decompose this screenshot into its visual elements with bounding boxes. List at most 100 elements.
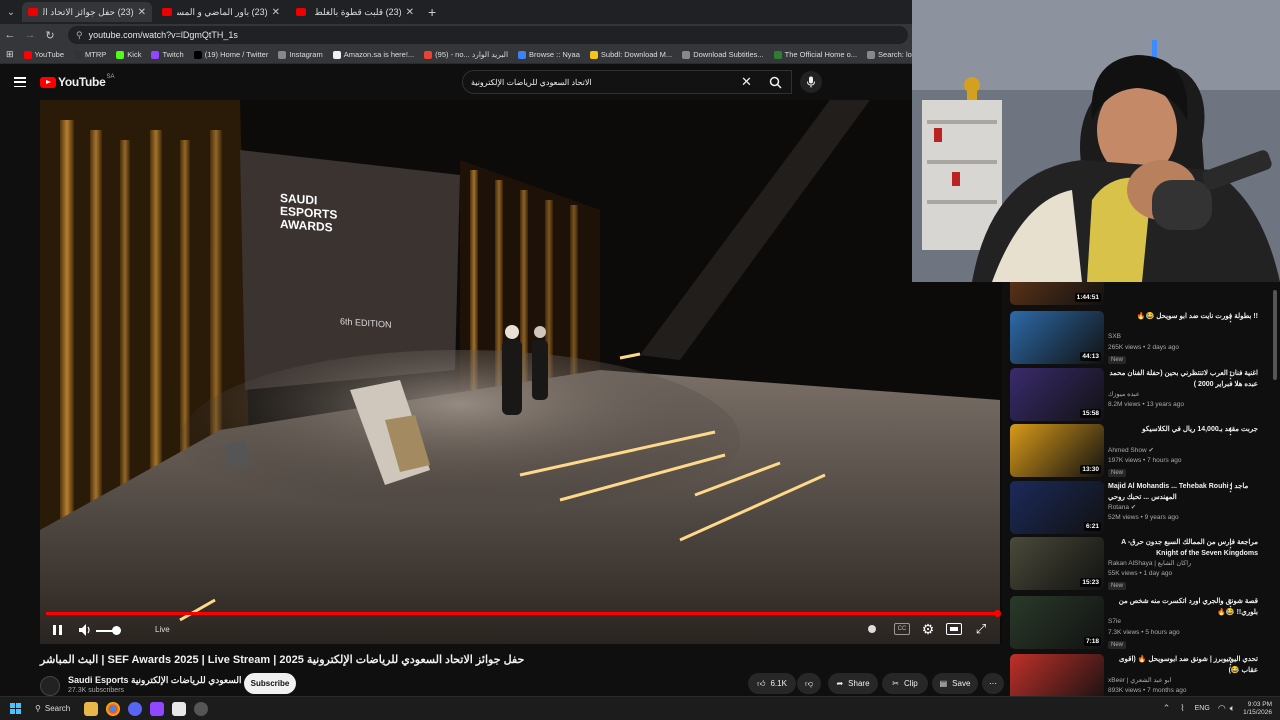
recommended-video[interactable]: 44:13 !! بطولة فورت نايت ضد ابو سويحل 😂🔥 S… [1010,311,1270,365]
video-title[interactable]: !! بطولة فورت نايت ضد ابو سويحل 😂🔥 [1108,311,1258,322]
volume-button[interactable] [78,622,94,638]
video-thumbnail[interactable]: 44:13 [1010,311,1104,364]
fullscreen-button[interactable]: ⤢ [973,621,989,637]
sidebar-scrollbar[interactable] [1273,290,1277,380]
clip-button[interactable]: ✂ Clip [882,673,928,694]
more-options-icon[interactable]: ⋮ [1226,539,1235,550]
bookmark-item[interactable]: (19) Home / Twitter [193,50,268,59]
progress-bar[interactable] [46,610,1001,617]
browser-tab[interactable]: (23) قلبت قطوة بالغلط 🐱💔 | ... ✕ [290,2,420,22]
share-button[interactable]: ➦ Share [828,673,878,694]
back-icon[interactable]: ← [0,29,20,41]
save-button[interactable]: ▤ Save [932,673,978,694]
forward-icon[interactable]: → [20,29,40,41]
bookmark-item[interactable]: Amazon.sa is here!... [332,50,414,59]
bookmark-item[interactable]: (95) - no... البريد الوارد [424,50,508,59]
progress-knob[interactable] [994,610,1001,617]
bookmark-item[interactable]: MTRP [74,50,106,59]
voice-search-button[interactable] [800,71,822,93]
subtitles-button[interactable]: CC [894,623,910,635]
tab-close-icon[interactable]: ✕ [406,7,414,18]
bookmark-item[interactable]: The Official Home o... [773,50,857,59]
bookmark-item[interactable]: Kick [116,50,141,59]
channel-name[interactable]: S7ie [1108,618,1121,625]
browser-tab[interactable]: (23) باور الماضي و المستقبل 2026 ✕ [156,2,286,22]
bookmark-item[interactable]: Browse :: Nyaa [518,50,580,59]
channel-name[interactable]: SXB [1108,333,1121,340]
tab-close-icon[interactable]: ✕ [138,7,146,18]
network-icon[interactable]: ⌇ [1180,703,1184,714]
obs-icon[interactable] [194,701,209,716]
channel-name[interactable]: Rakan AlShaya | راكان الشايع [1108,559,1191,567]
site-info-icon[interactable]: ⚲ [76,30,83,41]
bookmark-item[interactable]: Instagram [278,50,323,59]
settings-button[interactable]: ⚙ [920,621,936,637]
video-thumbnail[interactable]: 15:58 [1010,368,1104,421]
windows-start-icon[interactable] [10,703,21,714]
hidden-icons-chevron-icon[interactable]: ⌃ [1163,703,1171,714]
file-explorer-icon[interactable] [84,701,99,716]
like-button[interactable]: 👍︎ 6.1K [748,673,796,694]
reload-icon[interactable]: ↻ [40,29,60,42]
theater-mode-button[interactable] [946,623,962,635]
clock[interactable]: 9:03 PM 1/15/2026 [1243,701,1272,717]
capture-app-icon[interactable] [172,701,187,716]
tab-close-icon[interactable]: ✕ [272,7,280,18]
video-thumbnail[interactable]: 13:30 [1010,424,1104,477]
recommended-video[interactable]: 15:23 مراجعة فارس من الممالك السبع جدون ح… [1010,537,1270,591]
browser-tab[interactable]: (23) حفل جوائز الاتحاد السعو ✕ [22,2,152,22]
clear-search-icon[interactable]: ✕ [741,74,752,90]
apps-grid-icon[interactable]: ⊞ [6,49,14,60]
youtube-logo[interactable]: YouTube SA [40,74,114,89]
volume-knob[interactable] [112,626,121,635]
more-options-icon[interactable]: ⋮ [1226,370,1235,381]
more-options-icon[interactable]: ⋮ [1226,598,1235,609]
video-title[interactable]: قصة شونق والجري اورد اتكسرت منه شخص من ب… [1108,596,1258,618]
search-button[interactable] [762,70,788,94]
bookmark-item[interactable]: Subdl: Download M... [589,50,672,59]
new-tab-icon[interactable]: + [428,4,436,20]
recommended-video[interactable]: 6:21 Majid Al Mohandis ... Tehebak Rouhi … [1010,481,1270,535]
twitch-studio-icon[interactable] [150,701,165,716]
more-options-icon[interactable]: ⋮ [1226,426,1235,437]
bookmark-item[interactable]: Search: loki - YTS TV [867,50,912,59]
more-actions-button[interactable]: ⋯ [982,673,1004,694]
channel-name[interactable]: Saudi Esports الاتحاد السعودي للرياضات ا… [68,675,267,686]
bookmark-item[interactable]: YouTube [23,50,64,59]
video-player[interactable]: SAUDI ESPORTS AWARDS 6th EDITION [40,100,1002,644]
channel-name[interactable]: xBeer | ابو عبد الشعري [1108,676,1172,684]
chrome-icon[interactable] [106,701,121,716]
video-title[interactable]: تحدي اليوتيوبرز | شونق ضد ابوسويحل 🔥 (اق… [1108,654,1258,676]
hamburger-menu-icon[interactable] [14,77,26,87]
autoplay-toggle[interactable] [866,623,878,635]
more-options-icon[interactable]: ⋮ [1226,483,1235,494]
video-title[interactable]: Majid Al Mohandis ... Tehebak Rouhi | ما… [1108,481,1258,503]
bookmark-item[interactable]: Download Subtitles... [682,50,764,59]
subscribe-button[interactable]: Subscribe [244,673,296,694]
url-field[interactable]: ⚲ youtube.com/watch?v=lDgmQtTH_1s [68,26,908,44]
live-indicator[interactable]: Live [155,625,170,634]
dislike-button[interactable]: 👎︎ [797,673,821,694]
tab-search-icon[interactable]: ⌄ [0,1,22,23]
recommended-video[interactable]: 7:18 قصة شونق والجري اورد اتكسرت منه شخص … [1010,596,1270,650]
speaker-icon[interactable]: 🔈︎ [1230,703,1235,714]
recommended-video[interactable]: 13:30 جربت مقعد بـ14,000 ريال في الكلاسيك… [1010,424,1270,478]
channel-avatar[interactable] [40,676,60,696]
more-options-icon[interactable]: ⋮ [1226,656,1235,667]
taskbar-search[interactable]: ⚲ Search [35,704,70,713]
video-thumbnail[interactable]: 15:23 [1010,537,1104,590]
channel-name[interactable]: Ahmed Show ✔ [1108,446,1154,454]
bookmark-item[interactable]: Twitch [151,50,184,59]
more-options-icon[interactable]: ⋮ [1226,313,1235,324]
channel-name[interactable]: عبده ميوزك [1108,390,1140,398]
wifi-icon[interactable]: ◠ [1218,703,1226,714]
video-title[interactable]: جربت مقعد بـ14,000 ريال في الكلاسيكو [1108,424,1258,435]
pause-button[interactable] [50,622,64,638]
video-title[interactable]: مراجعة فارس من الممالك السبع جدون حرق- A… [1108,537,1258,559]
video-thumbnail[interactable]: 7:18 [1010,596,1104,649]
video-title[interactable]: اغنية فنان العرب لاتنتظرني بحين (حفلة ال… [1108,368,1258,390]
language-indicator[interactable]: ENG [1195,705,1210,712]
discord-icon[interactable] [128,701,143,716]
video-thumbnail[interactable]: 6:21 [1010,481,1104,534]
channel-name[interactable]: Rotana ✔ [1108,503,1136,511]
